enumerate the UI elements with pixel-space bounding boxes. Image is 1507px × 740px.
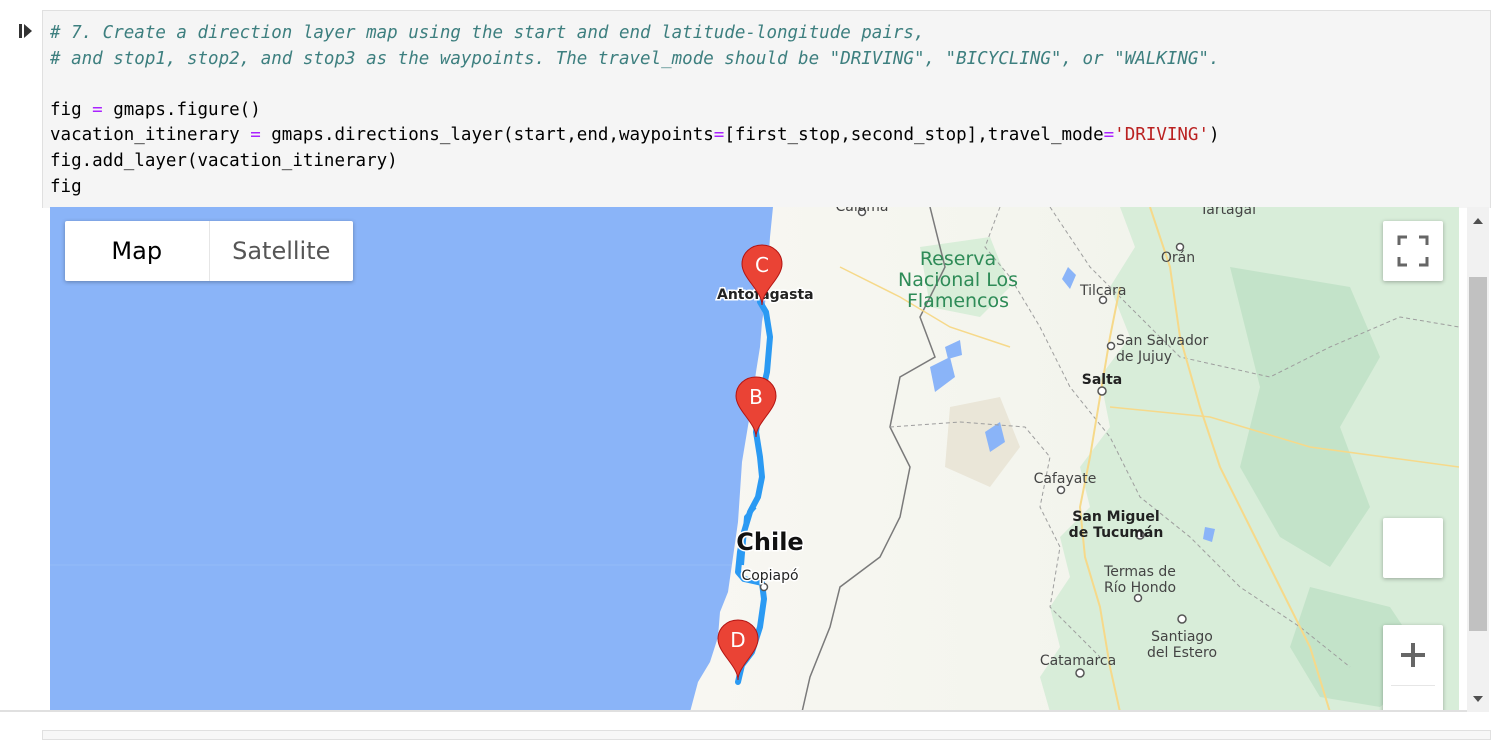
scroll-up-icon[interactable]	[1472, 215, 1484, 227]
street-view-button[interactable]	[1383, 518, 1443, 578]
code-token: # and stop1, stop2, and stop3 as the way…	[50, 48, 1220, 69]
code-token: 'DRIVING'	[1114, 125, 1209, 146]
label-tilcara: Tilcara	[1079, 283, 1127, 299]
code-token: [first_stop,second_stop],travel_mode	[724, 125, 1104, 146]
code-line: vacation_itinerary = gmaps.directions_la…	[50, 123, 1490, 149]
label-reserva-1: Reserva	[920, 248, 996, 270]
code-line: # and stop1, stop2, and stop3 as the way…	[50, 47, 1490, 73]
svg-text:C: C	[755, 253, 769, 277]
label-termas-1: Termas de	[1103, 564, 1176, 580]
label-cafayate: Cafayate	[1034, 471, 1097, 487]
code-token: fig	[50, 176, 82, 197]
run-cell-icon[interactable]	[18, 22, 34, 40]
svg-text:B: B	[749, 385, 763, 409]
code-line: fig	[50, 175, 1490, 201]
code-token: gmaps.directions_layer(start,end,waypoin…	[260, 125, 714, 146]
code-line: fig.add_layer(vacation_itinerary)	[50, 149, 1490, 175]
code-token: vacation_itinerary	[50, 125, 251, 146]
code-token: fig.add_layer(vacation_itinerary)	[50, 150, 398, 171]
code-line: fig = gmaps.figure()	[50, 98, 1490, 124]
plus-icon[interactable]	[1383, 625, 1443, 685]
label-catamarca: Catamarca	[1040, 653, 1116, 669]
label-calama: Calama	[835, 207, 888, 215]
code-token: # 7. Create a direction layer map using …	[50, 23, 925, 43]
label-reserva-3: Flamencos	[907, 290, 1009, 312]
code-cell[interactable]: # 7. Create a direction layer map using …	[42, 10, 1491, 208]
label-santiago-2: del Estero	[1147, 645, 1217, 661]
google-map[interactable]: Calama Tartagal Reserva Nacional Los Fla…	[50, 207, 1459, 712]
map-canvas[interactable]: Calama Tartagal Reserva Nacional Los Fla…	[50, 207, 1459, 712]
output-bottom-border	[0, 710, 1467, 712]
label-san-salvador-2: de Jujuy	[1116, 349, 1172, 365]
code-token: =	[92, 99, 103, 120]
map-type-control: Map Satellite	[65, 221, 353, 281]
code-token: fig	[50, 99, 93, 120]
scrollbar-thumb[interactable]	[1469, 277, 1487, 631]
code-token: )	[1209, 125, 1220, 146]
label-copiapo: Copiapó	[741, 568, 798, 584]
map-type-map-button[interactable]: Map	[65, 221, 209, 281]
label-termas-2: Río Hondo	[1104, 580, 1176, 596]
label-tartagal: Tartagal	[1199, 207, 1256, 218]
label-san-salvador-1: San Salvador	[1116, 333, 1208, 349]
code-token: =	[250, 125, 261, 146]
label-chile: Chile	[736, 528, 803, 556]
output-scrollbar[interactable]	[1467, 207, 1489, 712]
code-line: # 7. Create a direction layer map using …	[50, 21, 1490, 47]
next-code-cell[interactable]	[42, 730, 1491, 740]
output-area: Calama Tartagal Reserva Nacional Los Fla…	[0, 207, 1507, 712]
label-santiago-1: Santiago	[1151, 629, 1213, 645]
code-token: gmaps.figure()	[102, 99, 261, 120]
code-token: =	[1103, 125, 1115, 146]
map-type-satellite-button[interactable]: Satellite	[210, 221, 354, 281]
fullscreen-button[interactable]	[1383, 221, 1443, 281]
scroll-down-icon[interactable]	[1472, 693, 1484, 705]
zoom-control	[1383, 625, 1443, 712]
zoom-divider	[1391, 685, 1435, 686]
label-san-miguel-1: San Miguel	[1072, 509, 1159, 525]
code-token: =	[713, 125, 725, 146]
label-salta: Salta	[1082, 372, 1122, 388]
label-oran: Orán	[1161, 250, 1195, 266]
svg-text:D: D	[730, 628, 745, 652]
label-reserva-2: Nacional Los	[898, 269, 1018, 291]
label-san-miguel-2: de Tucumán	[1069, 525, 1164, 541]
fullscreen-icon	[1397, 235, 1429, 267]
